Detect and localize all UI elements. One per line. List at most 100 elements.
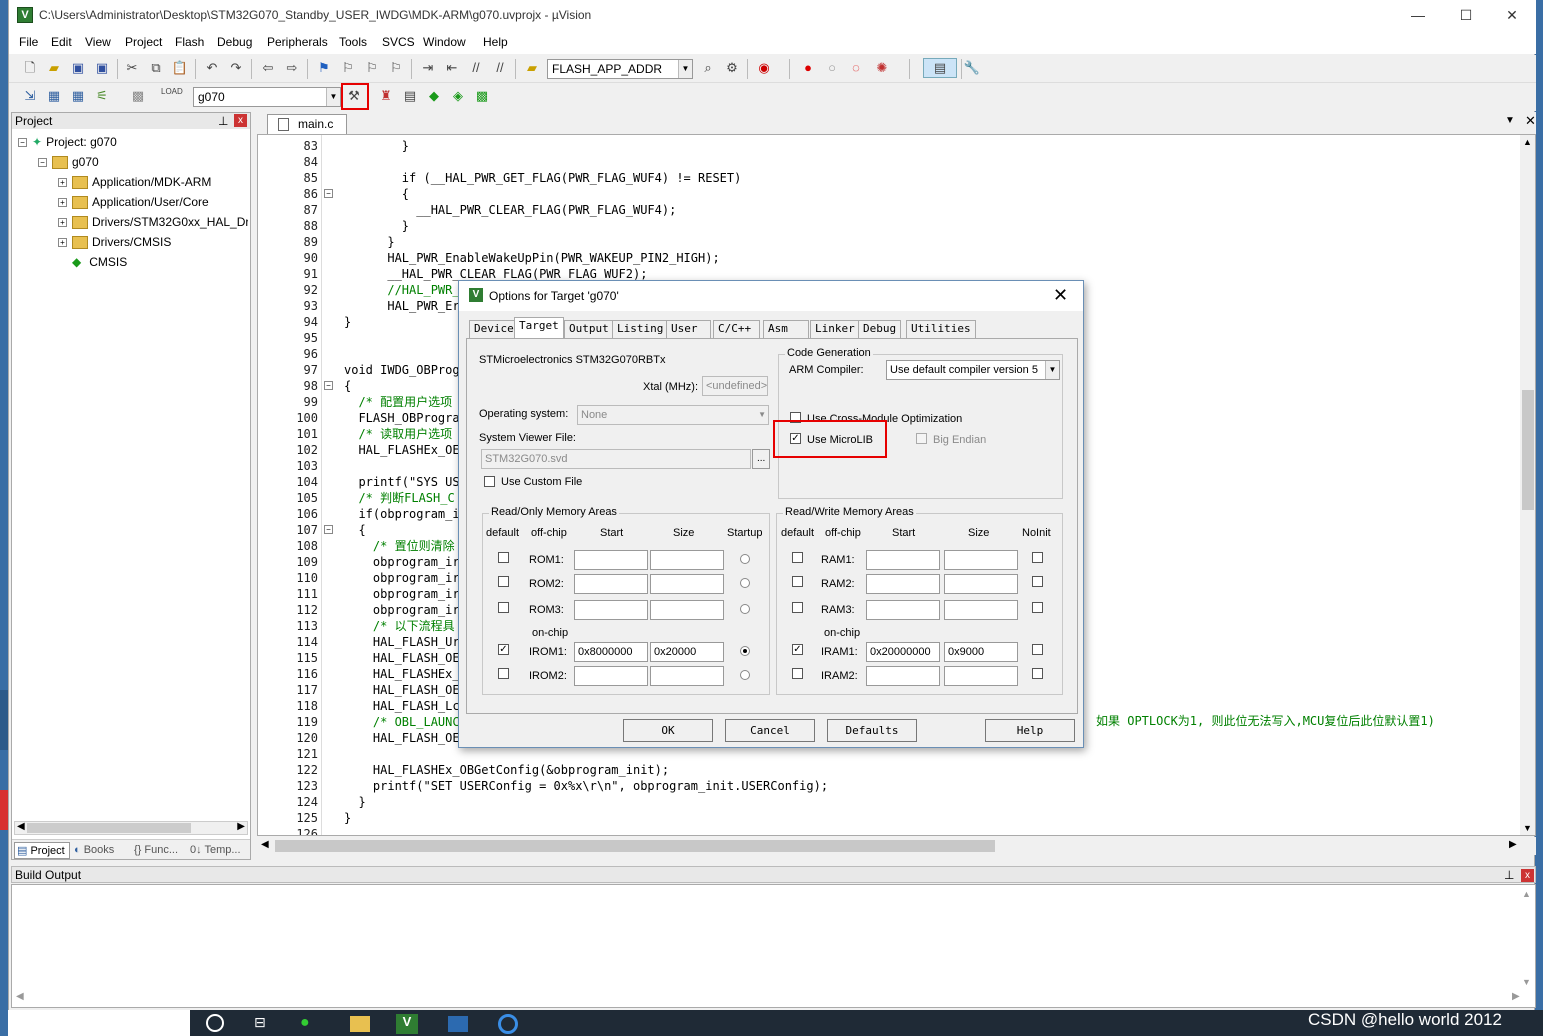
tree-project-root[interactable]: − ✦ Project: g070 <box>18 133 117 151</box>
insert-breakpoint-icon[interactable]: ● <box>799 59 817 77</box>
app-task-icon[interactable] <box>448 1016 468 1032</box>
task-view-icon[interactable]: ⊟ <box>254 1014 266 1031</box>
configure-icon[interactable]: 🔧 <box>963 59 981 77</box>
svf-browse-button[interactable]: ... <box>752 449 770 469</box>
explorer-icon[interactable] <box>350 1016 370 1032</box>
ok-button[interactable]: OK <box>623 719 713 742</box>
default-checkbox[interactable] <box>498 576 509 587</box>
tree-group[interactable]: + Drivers/STM32G0xx_HAL_Dri <box>58 213 248 231</box>
unindent-icon[interactable]: ⇤ <box>443 59 461 77</box>
noinit-checkbox[interactable] <box>1032 576 1043 587</box>
default-checkbox[interactable]: ✓ <box>498 644 509 655</box>
undo-icon[interactable]: ↶ <box>203 59 221 77</box>
help-button[interactable]: Help <box>985 719 1075 742</box>
debug-session-icon[interactable]: ◉ <box>755 59 773 77</box>
default-checkbox[interactable] <box>498 552 509 563</box>
noinit-checkbox[interactable] <box>1032 668 1043 679</box>
menu-view[interactable]: View <box>85 35 111 49</box>
default-checkbox[interactable] <box>498 668 509 679</box>
panel-close-icon[interactable]: x <box>1521 869 1534 882</box>
rom-size-field[interactable]: 0x20000 <box>650 642 724 662</box>
indent-icon[interactable]: ⇥ <box>419 59 437 77</box>
rom-size-field[interactable] <box>650 550 724 570</box>
search-icon[interactable] <box>206 1014 224 1032</box>
startup-radio[interactable] <box>740 670 750 680</box>
wechat-icon[interactable]: ● <box>300 1014 310 1032</box>
xtal-field[interactable]: <undefined> <box>702 376 768 396</box>
cut-icon[interactable]: ✂ <box>123 59 141 77</box>
tab-templates[interactable]: 0↓ Temp... <box>190 842 241 859</box>
nav-back-icon[interactable]: ⇦ <box>259 59 277 77</box>
tab-listing[interactable]: Listing <box>612 320 669 338</box>
browser-icon[interactable] <box>498 1014 518 1034</box>
find-in-files-icon[interactable]: ▰ <box>523 59 541 77</box>
batch-build-icon[interactable]: ⚟ <box>93 87 111 105</box>
manage-project-items-icon[interactable]: ♜ <box>377 87 395 105</box>
uncomment-icon[interactable]: // <box>491 59 509 77</box>
tab-user[interactable]: User <box>666 320 711 338</box>
save-icon[interactable]: ▣ <box>69 59 87 77</box>
find-icon[interactable]: ⌕ <box>699 59 717 77</box>
rom-size-field[interactable] <box>650 574 724 594</box>
ram-size-field[interactable] <box>944 666 1018 686</box>
rom-start-field[interactable] <box>574 574 648 594</box>
startup-radio[interactable] <box>740 554 750 564</box>
pack-installer-icon[interactable]: ◈ <box>449 87 467 105</box>
download-icon[interactable]: LOAD <box>161 87 183 105</box>
menu-debug[interactable]: Debug <box>217 35 252 49</box>
ram-size-field[interactable] <box>944 550 1018 570</box>
rom-start-field[interactable] <box>574 666 648 686</box>
rebuild-icon[interactable]: ▦ <box>69 87 87 105</box>
rom-size-field[interactable] <box>650 666 724 686</box>
menu-peripherals[interactable]: Peripherals <box>267 35 328 49</box>
editor-hscrollbar[interactable]: ◀ ▶ <box>257 837 1536 855</box>
select-packs-icon[interactable]: ▤ <box>401 87 419 105</box>
disable-breakpoints-icon[interactable]: ◌ <box>847 59 865 77</box>
use-custom-file-checkbox[interactable] <box>484 476 495 487</box>
tree-group[interactable]: + Drivers/CMSIS <box>58 233 171 251</box>
close-button[interactable]: ✕ <box>1489 0 1535 32</box>
rom-size-field[interactable] <box>650 600 724 620</box>
default-checkbox[interactable]: ✓ <box>792 644 803 655</box>
rom-start-field[interactable] <box>574 550 648 570</box>
tab-asm[interactable]: Asm <box>763 320 809 338</box>
chevron-down-icon[interactable]: ▼ <box>326 88 340 106</box>
search-combo[interactable]: FLASH_APP_ADDR ▼ <box>547 59 693 79</box>
ram-start-field[interactable]: 0x20000000 <box>866 642 940 662</box>
tab-main-c[interactable]: main.c <box>267 114 347 134</box>
target-select[interactable]: g070 ▼ <box>193 87 341 107</box>
os-select[interactable]: None ▼ <box>577 405 769 425</box>
ram-size-field[interactable] <box>944 600 1018 620</box>
build-icon[interactable]: ▦ <box>45 87 63 105</box>
editor-vscrollbar[interactable]: ▲ ▼ <box>1520 135 1535 835</box>
build-output-pane[interactable]: ◀ ▶ ▲ ▼ <box>11 884 1536 1008</box>
menu-flash[interactable]: Flash <box>175 35 204 49</box>
noinit-checkbox[interactable] <box>1032 552 1043 563</box>
next-bookmark-icon[interactable]: ⚐ <box>363 59 381 77</box>
new-file-icon[interactable]: 🗋 <box>21 59 39 77</box>
window-layout-icon[interactable]: ▤ <box>923 58 957 78</box>
rom-start-field[interactable]: 0x8000000 <box>574 642 648 662</box>
tab-device[interactable]: Device <box>469 320 519 338</box>
default-checkbox[interactable] <box>792 552 803 563</box>
startup-radio[interactable] <box>740 604 750 614</box>
stop-build-icon[interactable]: ▩ <box>129 87 147 105</box>
fold-toggle-icon[interactable]: − <box>324 381 333 390</box>
noinit-checkbox[interactable] <box>1032 602 1043 613</box>
menu-tools[interactable]: Tools <box>339 35 367 49</box>
startup-radio[interactable] <box>740 578 750 588</box>
close-editor-icon[interactable]: ✕ <box>1525 113 1536 129</box>
rom-start-field[interactable] <box>574 600 648 620</box>
fold-toggle-icon[interactable]: − <box>324 525 333 534</box>
tab-books[interactable]: ◐ Books <box>74 842 114 859</box>
ram-start-field[interactable] <box>866 600 940 620</box>
tab-list-icon[interactable]: ▼ <box>1505 115 1515 126</box>
maximize-button[interactable]: ☐ <box>1443 0 1489 32</box>
open-folder-icon[interactable]: ▰ <box>45 59 63 77</box>
manage-rte-icon[interactable]: ◆ <box>425 87 443 105</box>
ram-start-field[interactable] <box>866 666 940 686</box>
panel-close-icon[interactable]: x <box>234 114 247 127</box>
tree-component[interactable]: ◆ CMSIS <box>72 253 127 271</box>
chevron-down-icon[interactable]: ▼ <box>678 60 692 78</box>
enable-breakpoint-icon[interactable]: ○ <box>823 59 841 77</box>
